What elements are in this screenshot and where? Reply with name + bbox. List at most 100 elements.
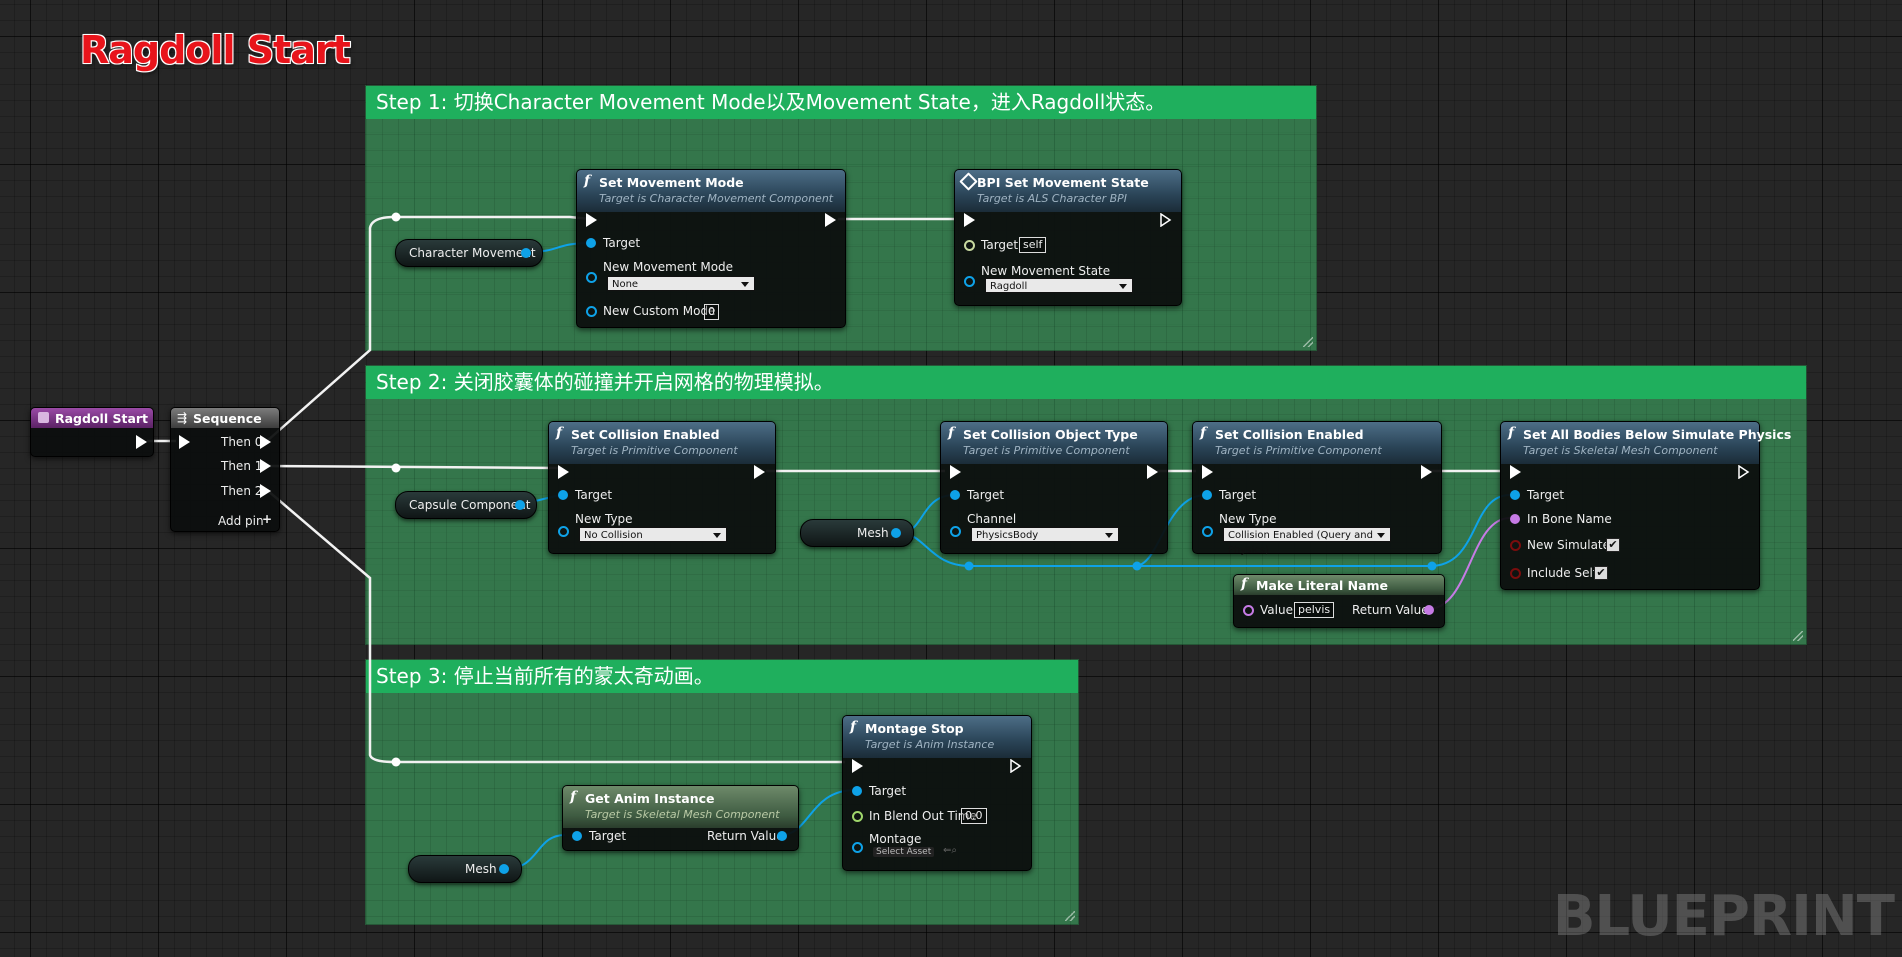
sequence-node[interactable]: ⇶ Sequence Then 0 Then 1 Then 2 Add pin … [170,407,280,532]
exec-in-pin[interactable] [1202,465,1213,479]
node-subtitle: Target is Skeletal Mesh Component [1523,444,1718,457]
montage-pin[interactable] [852,842,863,853]
node-subtitle: Target is Anim Instance [865,738,995,751]
interface-icon [959,172,978,191]
include-self-checkbox[interactable]: ✔ [1594,566,1608,580]
target-pin[interactable] [852,786,862,796]
blueprint-watermark: BLUEPRINT [1552,884,1895,949]
new-custom-mode-label: New Custom Mode [603,304,716,318]
target-pin[interactable] [950,490,960,500]
target-pin[interactable] [586,238,596,248]
target-label: Target [981,238,1019,252]
return-value-label: Return Value [1352,603,1429,617]
bpi-set-movement-state-node[interactable]: BPI Set Movement State Target is ALS Cha… [954,169,1182,306]
collision-type-dropdown[interactable]: Collision Enabled (Query and Physics) [1223,527,1391,556]
movement-state-dropdown[interactable]: Ragdoll [985,278,1133,293]
exec-out-pin[interactable] [754,465,765,479]
node-subtitle: Target is Skeletal Mesh Component [585,808,780,821]
plus-icon[interactable]: + [262,512,272,526]
new-simulate-checkbox[interactable]: ✔ [1606,538,1620,552]
exec-out-pin[interactable] [825,213,836,227]
custom-mode-pin[interactable] [586,306,597,317]
exec-in-pin[interactable] [852,759,863,773]
node-title: Get Anim Instance [585,791,715,806]
exec-out-pin[interactable] [1147,465,1158,479]
then1-pin[interactable] [260,459,271,473]
get-anim-instance-node[interactable]: f Get Anim Instance Target is Skeletal M… [562,785,799,851]
channel-dropdown[interactable]: PhysicsBody [971,527,1119,542]
mesh-getter-step3[interactable]: Mesh [408,855,522,883]
object-out-pin[interactable] [499,864,509,874]
mesh-getter-step2[interactable]: Mesh [800,519,914,547]
value-pin[interactable] [1243,605,1254,616]
exec-in-pin[interactable] [1510,465,1521,479]
node-title: Set Movement Mode [599,175,744,190]
select-asset-dropdown[interactable]: Select Asset [873,847,935,857]
exec-out-pin[interactable] [1010,759,1022,773]
target-pin[interactable] [572,831,582,841]
exec-in-pin[interactable] [586,213,597,227]
custom-mode-input[interactable]: 0 [704,304,719,320]
set-collision-object-type-node[interactable]: f Set Collision Object Type Target is Pr… [940,421,1168,554]
collision-type-dropdown[interactable]: No Collision [579,527,727,542]
movement-state-pin[interactable] [964,276,975,287]
browse-arrow-icon[interactable]: ⇐⌕ [943,845,957,856]
exec-in-pin[interactable] [964,213,975,227]
event-icon [38,412,49,423]
node-title: Set Collision Enabled [571,427,720,442]
name-value-input[interactable]: pelvis [1294,602,1335,618]
capsule-component-getter[interactable]: Capsule Component [395,491,537,519]
new-simulate-label: New Simulate [1527,538,1611,552]
getter-label: Mesh [857,526,889,540]
exec-out-pin[interactable] [1738,465,1750,479]
object-out-pin[interactable] [891,528,901,538]
exec-in-pin[interactable] [179,435,190,449]
object-out-pin[interactable] [521,248,531,258]
target-self-box[interactable]: self [1019,237,1047,253]
exec-out-pin[interactable] [1160,213,1172,227]
node-header: f Set Collision Enabled Target is Primit… [1193,422,1441,464]
node-header: f Get Anim Instance Target is Skeletal M… [563,786,798,828]
exec-in-pin[interactable] [558,465,569,479]
blend-out-time-input[interactable]: 0.0 [961,808,987,824]
node-subtitle: Target is Primitive Component [963,444,1130,457]
then0-pin[interactable] [260,435,271,449]
target-pin[interactable] [1510,490,1520,500]
set-movement-mode-node[interactable]: f Set Movement Mode Target is Character … [576,169,846,328]
target-pin[interactable] [1202,490,1212,500]
function-icon: f [584,173,591,189]
target-pin[interactable] [964,240,975,251]
set-collision-enabled-node-2[interactable]: f Set Collision Enabled Target is Primit… [1192,421,1442,556]
include-self-pin[interactable] [1510,568,1521,579]
function-icon: f [850,719,857,735]
movement-mode-pin[interactable] [586,272,597,283]
make-literal-name-node[interactable]: f Make Literal Name Value pelvis Return … [1233,574,1445,628]
add-pin-button[interactable]: Add pin [218,514,264,528]
node-title: Set Collision Object Type [963,427,1138,442]
new-simulate-pin[interactable] [1510,540,1521,551]
in-bone-name-pin[interactable] [1510,514,1520,524]
return-value-pin[interactable] [1424,605,1434,615]
node-header: f Set Movement Mode Target is Character … [577,170,845,212]
set-all-bodies-simulate-physics-node[interactable]: f Set All Bodies Below Simulate Physics … [1500,421,1791,590]
value-label: Value [1260,603,1293,617]
object-out-pin[interactable] [515,500,525,510]
then2-pin[interactable] [260,484,271,498]
new-type-pin[interactable] [558,526,569,537]
exec-out-pin[interactable] [1421,465,1432,479]
montage-stop-node[interactable]: f Montage Stop Target is Anim Instance T… [842,715,1032,871]
return-value-pin[interactable] [777,831,787,841]
set-collision-enabled-node-1[interactable]: f Set Collision Enabled Target is Primit… [548,421,776,554]
new-type-pin[interactable] [1202,526,1213,537]
exec-out-pin[interactable] [136,435,147,449]
channel-pin[interactable] [950,526,961,537]
character-movement-getter[interactable]: Character Movement [395,239,543,267]
exec-in-pin[interactable] [950,465,961,479]
movement-mode-dropdown[interactable]: None [607,276,755,291]
then1-label: Then 1 [221,459,263,473]
target-pin[interactable] [558,490,568,500]
blend-out-time-pin[interactable] [852,811,863,822]
event-node-ragdoll-start[interactable]: Ragdoll Start [30,407,154,457]
getter-label: Mesh [465,862,497,876]
event-node-header: Ragdoll Start [31,408,153,428]
